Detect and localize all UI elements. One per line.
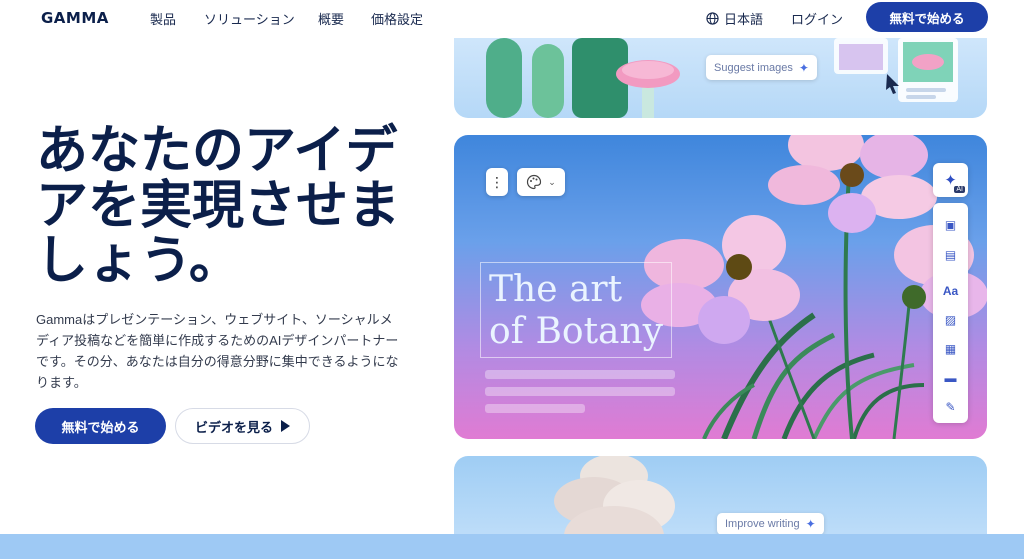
headline-line-3: しょう。 [36, 231, 241, 291]
insert-toolbar: ▣ ▤ Aa ▨ ▦ ▬ ✎ [933, 203, 968, 423]
slide-title-line-1: The art [489, 269, 623, 310]
ai-assistant-button[interactable]: ✦ AI [933, 163, 968, 197]
card-layout-icon[interactable]: ▣ [933, 215, 968, 235]
sparkle-icon: ✦ [805, 517, 816, 531]
nav-link-overview[interactable]: 概要 [318, 9, 344, 28]
image-icon[interactable]: ▨ [933, 310, 968, 330]
description-line-2: ディア投稿などを簡単に作成するためのAIデザインパートナー [36, 333, 399, 348]
edit-icon[interactable]: ✎ [933, 397, 968, 417]
theme-picker-button[interactable]: ⌄ [517, 168, 565, 196]
watch-video-button[interactable]: ビデオを見る [175, 408, 310, 444]
slide-title-line-2: of Botany [489, 311, 664, 352]
suggest-images-label: Suggest images [714, 61, 793, 74]
watch-video-label: ビデオを見る [194, 419, 273, 435]
chevron-down-icon: ⌄ [548, 176, 556, 187]
globe-icon [706, 12, 719, 25]
suggest-images-chip[interactable]: Suggest images ✦ [706, 55, 817, 80]
play-icon [281, 420, 290, 432]
slide-title-box[interactable]: The art of Botany [480, 262, 672, 358]
improve-writing-chip[interactable]: Improve writing ✦ [717, 513, 824, 535]
nav-link-solutions[interactable]: ソリューション [204, 9, 295, 28]
placeholder-text-line [485, 370, 675, 379]
ai-badge: AI [954, 186, 965, 193]
embed-icon[interactable]: ▬ [933, 368, 968, 388]
preview-card-top: Suggest images ✦ [454, 38, 987, 118]
headline-line-2: アを実現させま [36, 176, 401, 236]
top-nav: GAMMA 製品 ソリューション 概要 価格設定 日本語 ログイン 無料で始める [0, 0, 1024, 34]
language-selector[interactable]: 日本語 [706, 9, 763, 28]
description-line-3: です。その分、あなたは自分の得意分野に集中できるようにな [36, 354, 399, 369]
bottom-band [0, 534, 1024, 559]
nav-link-pricing[interactable]: 価格設定 [371, 9, 423, 28]
text-icon[interactable]: Aa [933, 281, 968, 301]
sparkle-icon: ✦ [798, 60, 809, 75]
nav-link-products[interactable]: 製品 [150, 9, 176, 28]
headline-line-1: あなたのアイデ [36, 121, 398, 181]
placeholder-text-line [485, 404, 585, 413]
hero-headline: あなたのアイデ アを実現させま しょう。 [36, 124, 436, 289]
description-line-4: ります。 [36, 375, 87, 390]
palette-icon [527, 174, 542, 190]
nav-signup-button[interactable]: 無料で始める [866, 2, 988, 32]
more-vertical-icon: ⋮ [490, 174, 504, 190]
block-menu-button[interactable]: ⋮ [486, 168, 508, 196]
language-label: 日本語 [724, 12, 764, 27]
hero-description: Gammaはプレゼンテーション、ウェブサイト、ソーシャルメ ディア投稿などを簡単… [36, 309, 420, 393]
description-line-1: Gammaはプレゼンテーション、ウェブサイト、ソーシャルメ [36, 312, 393, 327]
improve-writing-label: Improve writing [725, 518, 800, 530]
login-link[interactable]: ログイン [791, 9, 843, 28]
layout-icon[interactable]: ▤ [933, 245, 968, 265]
placeholder-text-line [485, 387, 675, 396]
video-icon[interactable]: ▦ [933, 339, 968, 359]
gamma-logo[interactable]: GAMMA [41, 9, 109, 27]
hero-signup-button[interactable]: 無料で始める [35, 408, 166, 444]
